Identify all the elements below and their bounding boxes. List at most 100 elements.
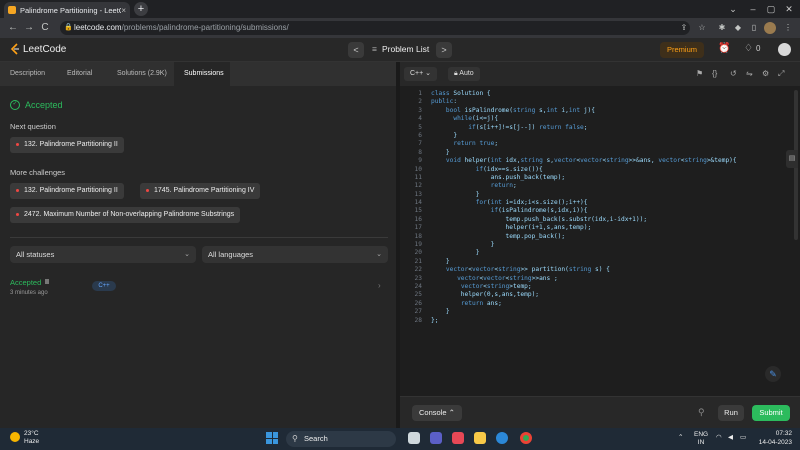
code-text: if(isPalindrome(s,idx,i)){ bbox=[490, 207, 588, 215]
wifi-icon[interactable]: ◠ bbox=[716, 434, 722, 442]
status-filter-select[interactable]: All statuses ⌄ bbox=[10, 246, 196, 263]
code-line[interactable]: 10 if(idx==s.size()){ bbox=[400, 166, 790, 174]
code-line[interactable]: 13 } bbox=[400, 191, 790, 199]
bug-icon[interactable]: ⚲ bbox=[698, 407, 705, 418]
run-button[interactable]: Run bbox=[718, 405, 744, 421]
tab-solutions[interactable]: Solutions (2.9K) bbox=[107, 62, 177, 86]
bookmark-icon[interactable]: ⚑ bbox=[696, 69, 703, 78]
profile-avatar[interactable] bbox=[764, 22, 776, 34]
address-bar[interactable]: 🔒 leetcode.com/problems/palindrome-parti… bbox=[60, 21, 690, 35]
extension-icon[interactable]: ✱ bbox=[716, 22, 728, 34]
challenge-chip[interactable]: 132. Palindrome Partitioning II bbox=[10, 183, 124, 199]
code-line[interactable]: 8 } bbox=[400, 149, 790, 157]
code-line[interactable]: 11 ans.push_back(temp); bbox=[400, 174, 790, 182]
code-text: void helper(int idx,string s,vector<vect… bbox=[445, 157, 737, 165]
code-line[interactable]: 12 return; bbox=[400, 182, 790, 190]
edge-app-icon[interactable] bbox=[496, 432, 508, 444]
star-icon[interactable]: ☆ bbox=[696, 22, 708, 34]
windows-start-icon[interactable] bbox=[266, 432, 278, 444]
next-question-heading: Next question bbox=[10, 122, 56, 131]
code-line[interactable]: 14 for(int i=idx;i<s.size();i++){ bbox=[400, 199, 790, 207]
prev-problem-button[interactable]: < bbox=[348, 42, 364, 58]
code-line[interactable]: 15 if(isPalindrome(s,idx,i)){ bbox=[400, 207, 790, 215]
next-question-chip[interactable]: 132. Palindrome Partitioning II bbox=[10, 137, 124, 153]
code-line[interactable]: 25 helper(0,s,ans,temp); bbox=[400, 291, 790, 299]
code-text: if(idx==s.size()){ bbox=[475, 165, 543, 173]
reset-icon[interactable]: ↺ bbox=[730, 69, 737, 78]
challenge-chip[interactable]: 2472. Maximum Number of Non-overlapping … bbox=[10, 207, 241, 223]
code-line[interactable]: 5 if(s[i++]!=s[j--]) return false; bbox=[400, 124, 790, 132]
battery-icon[interactable]: ▭ bbox=[740, 434, 746, 442]
new-tab-button[interactable]: + bbox=[134, 2, 148, 16]
teams-app-icon[interactable] bbox=[430, 432, 442, 444]
chrome-app-icon[interactable] bbox=[520, 432, 532, 444]
settings-icon[interactable]: ⚙ bbox=[762, 69, 769, 78]
code-line[interactable]: 24 vector<string>temp; bbox=[400, 283, 790, 291]
weather-condition: Haze bbox=[24, 438, 40, 445]
puzzle-icon[interactable]: ◆ bbox=[732, 22, 744, 34]
auto-mode-select[interactable]: 🔒︎ Auto bbox=[448, 67, 480, 81]
code-line[interactable]: 28}; bbox=[400, 317, 790, 325]
tab-description[interactable]: Description bbox=[0, 62, 55, 86]
chat-icon[interactable]: ✎ bbox=[765, 366, 781, 382]
code-line[interactable]: 27 } bbox=[400, 308, 790, 316]
back-icon[interactable]: ← bbox=[6, 21, 20, 35]
store-app-icon[interactable] bbox=[452, 432, 464, 444]
code-line[interactable]: 9 void helper(int idx,string s,vector<ve… bbox=[400, 157, 790, 165]
file-explorer-app-icon[interactable] bbox=[408, 432, 420, 444]
forward-icon[interactable]: → bbox=[22, 21, 36, 35]
code-line[interactable]: 7 return true; bbox=[400, 140, 790, 148]
alarm-clock-icon[interactable]: ⏰ bbox=[718, 43, 730, 54]
code-line[interactable]: 21 } bbox=[400, 258, 790, 266]
code-line[interactable]: 6 } bbox=[400, 132, 790, 140]
language-filter-select[interactable]: All languages ⌄ bbox=[202, 246, 388, 263]
language-indicator[interactable]: ENG IN bbox=[694, 431, 708, 447]
chip-label: 132. Palindrome Partitioning II bbox=[24, 187, 118, 194]
reload-icon[interactable]: C bbox=[38, 21, 52, 35]
volume-icon[interactable]: ◀ bbox=[728, 434, 733, 442]
code-line[interactable]: 16 temp.push_back(s.substr(idx,i-idx+1))… bbox=[400, 216, 790, 224]
code-line[interactable]: 3 bool isPalindrome(string s,int i,int j… bbox=[400, 107, 790, 115]
code-line[interactable]: 2 public: bbox=[400, 98, 790, 106]
side-panel-toggle[interactable]: ▤ bbox=[786, 150, 798, 168]
coin-icon[interactable]: ♢ bbox=[744, 43, 753, 54]
submit-button[interactable]: Submit bbox=[752, 405, 790, 421]
folder-app-icon[interactable] bbox=[474, 432, 486, 444]
submission-row[interactable]: Accepted 3 minutes ago C++ › bbox=[0, 274, 396, 302]
challenge-chip[interactable]: 1745. Palindrome Partitioning IV bbox=[140, 183, 261, 199]
browser-tab[interactable]: Palindrome Partitioning - LeetCo × bbox=[4, 2, 130, 18]
premium-button[interactable]: Premium bbox=[660, 42, 704, 58]
fullscreen-icon[interactable]: ⤢ bbox=[778, 69, 784, 79]
code-editor[interactable]: 1 class Solution {2 public: 3 bool isPalind… bbox=[400, 90, 790, 390]
next-problem-button[interactable]: > bbox=[436, 42, 452, 58]
code-line[interactable]: 22 vector<vector<string>> partition(stri… bbox=[400, 266, 790, 274]
user-avatar[interactable] bbox=[778, 43, 791, 56]
chevron-up-icon[interactable]: ⌃ bbox=[678, 434, 683, 442]
shortcut-icon[interactable]: ⇋ bbox=[746, 69, 753, 78]
code-line[interactable]: 1 class Solution { bbox=[400, 90, 790, 98]
code-line[interactable]: 26 return ans; bbox=[400, 300, 790, 308]
close-window-icon[interactable]: ✕ bbox=[776, 0, 800, 18]
language-select[interactable]: C++ ⌄ bbox=[404, 67, 438, 81]
code-line[interactable]: 4 while(i<=j){ bbox=[400, 115, 790, 123]
code-line[interactable]: 17 helper(i+1,s,ans,temp); bbox=[400, 224, 790, 232]
code-line[interactable]: 19 } bbox=[400, 241, 790, 249]
leetcode-logo[interactable]: LeetCode bbox=[10, 43, 66, 55]
menu-dots-icon[interactable]: ⋮ bbox=[782, 22, 794, 34]
close-icon[interactable]: × bbox=[121, 6, 126, 15]
input-region: IN bbox=[697, 439, 705, 446]
system-clock[interactable]: 07:32 14-04-2023 bbox=[752, 430, 792, 447]
code-line[interactable]: 23 vector<vector<string>>ans ; bbox=[400, 275, 790, 283]
tab-submissions[interactable]: Submissions bbox=[174, 62, 230, 86]
problem-list-button[interactable]: ≡ Problem List bbox=[372, 44, 429, 54]
code-line[interactable]: 18 temp.pop_back(); bbox=[400, 233, 790, 241]
weather-widget[interactable]: 23°C Haze bbox=[10, 430, 39, 446]
tab-editorial[interactable]: Editorial bbox=[57, 62, 102, 86]
code-line[interactable]: 20 } bbox=[400, 249, 790, 257]
taskbar-search[interactable]: ⚲ Search bbox=[286, 431, 396, 447]
share-icon[interactable]: ⇪ bbox=[678, 22, 690, 34]
braces-icon[interactable]: {} bbox=[712, 69, 717, 78]
console-button[interactable]: Console ⌃ bbox=[412, 405, 462, 421]
sidepanel-icon[interactable]: ▯ bbox=[748, 22, 760, 34]
line-number: 24 bbox=[414, 282, 422, 290]
